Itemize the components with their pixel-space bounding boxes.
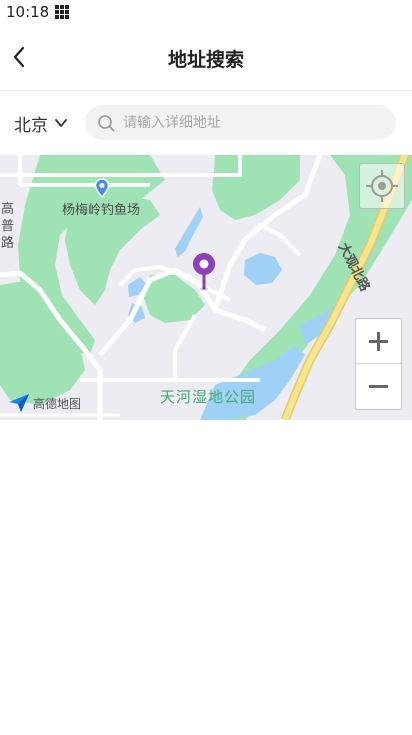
status-bar: 10:18 [0, 0, 412, 26]
road-label: 高普路 [1, 202, 15, 251]
search-icon [98, 115, 115, 132]
map-logo-text: 高德地图 [33, 396, 82, 411]
zoom-control [355, 318, 402, 410]
locate-button[interactable] [359, 163, 405, 209]
location-pin-icon[interactable] [191, 252, 217, 292]
map-marker-icon[interactable] [94, 178, 110, 198]
grid-icon [55, 5, 69, 19]
poi-label[interactable]: 杨梅岭钓鱼场 [62, 199, 140, 218]
zoom-in-button[interactable] [356, 319, 401, 364]
status-time: 10:18 [6, 3, 50, 21]
city-selector[interactable]: 北京 [14, 110, 68, 136]
plus-icon [369, 332, 388, 351]
map-view[interactable]: 杨梅岭钓鱼场 高普路 大观北路 天河湿地公园 高德地图 [0, 155, 412, 420]
park-label[interactable]: 天河湿地公园 [160, 386, 256, 407]
map-logo: 高德地图 [8, 393, 81, 413]
crosshair-icon [366, 170, 398, 202]
page-title: 地址搜索 [167, 49, 244, 71]
amap-logo-icon [9, 394, 29, 412]
zoom-out-button[interactable] [356, 364, 401, 409]
chevron-down-icon [55, 119, 67, 127]
nav-bar: 地址搜索 [0, 30, 412, 86]
minus-icon [369, 385, 388, 388]
address-search-input[interactable] [123, 105, 383, 140]
search-row: 北京 [0, 96, 412, 152]
search-box[interactable] [85, 105, 396, 140]
divider [0, 90, 412, 91]
city-label: 北京 [14, 115, 48, 136]
